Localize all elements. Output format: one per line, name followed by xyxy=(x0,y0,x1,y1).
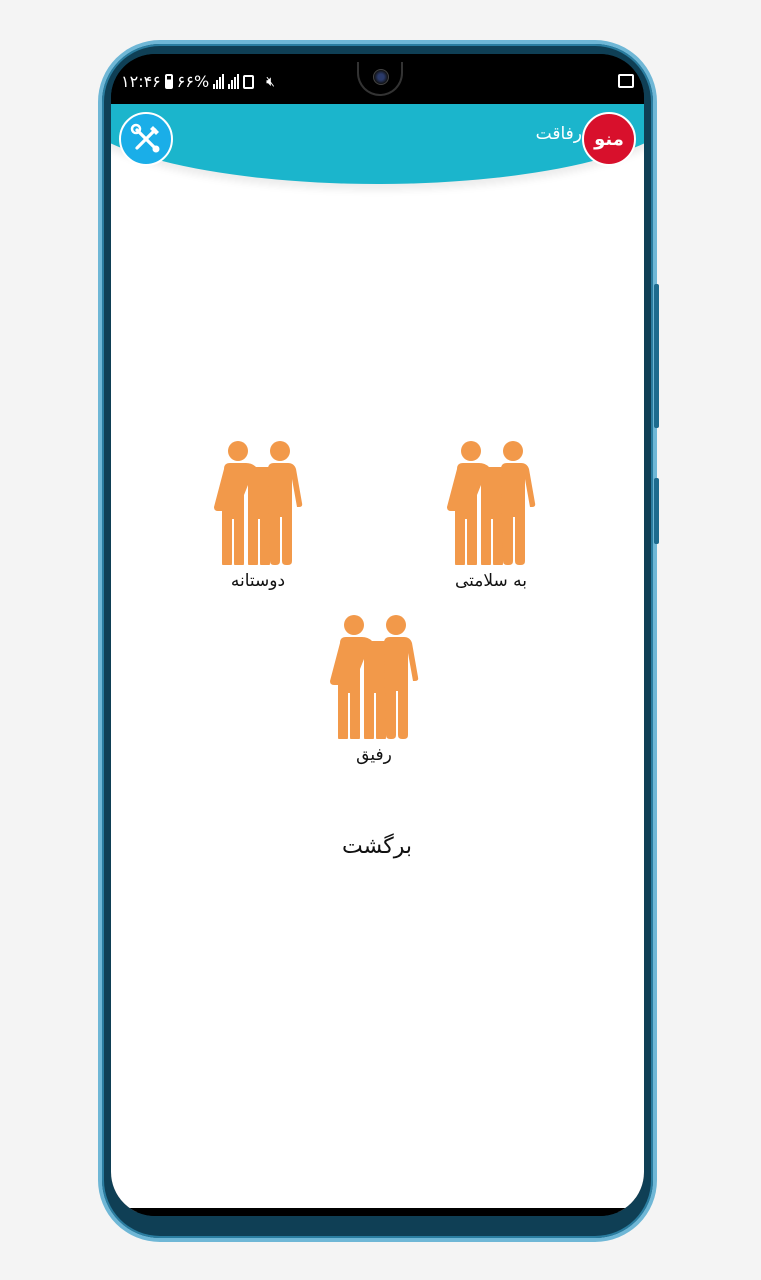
choice-label: رفیق xyxy=(356,745,392,765)
status-bar: ۱۲:۴۶ ۶۶% 🔇︎ xyxy=(111,54,644,104)
camera-lens-icon xyxy=(373,69,389,85)
settings-tools-button[interactable] xyxy=(119,112,173,166)
phone-screen: ۱۲:۴۶ ۶۶% 🔇︎ رفاقت منو دوستانه به سلامتی… xyxy=(111,54,644,1216)
power-button xyxy=(654,478,659,544)
battery-icon xyxy=(164,74,173,89)
choice-label: دوستانه xyxy=(230,571,286,591)
bottom-bar xyxy=(111,1208,644,1216)
phone-frame: ۱۲:۴۶ ۶۶% 🔇︎ رفاقت منو دوستانه به سلامتی… xyxy=(102,44,659,1238)
mute-icon: 🔇︎ xyxy=(266,73,275,90)
menu-button[interactable]: منو xyxy=(582,112,636,166)
page-title: رفاقت xyxy=(535,124,582,144)
tools-icon xyxy=(130,123,160,153)
status-left-group: ۱۲:۴۶ ۶۶% 🔇︎ xyxy=(121,72,275,91)
signal-2-icon xyxy=(228,74,240,89)
status-time: ۱۲:۴۶ xyxy=(121,72,161,91)
app-content: رفاقت منو دوستانه به سلامتی رفیق برگشت xyxy=(111,104,644,1212)
battery-percent: ۶۶% xyxy=(176,72,210,91)
two-friends-icon xyxy=(214,441,303,565)
choice-rafigh[interactable]: رفیق xyxy=(304,613,444,765)
two-friends-icon xyxy=(447,441,536,565)
two-friends-icon xyxy=(330,615,419,739)
gallery-icon xyxy=(618,74,634,88)
signal-icon xyxy=(213,74,225,89)
choice-doostane[interactable]: دوستانه xyxy=(188,439,328,591)
sim-card-icon xyxy=(243,74,255,89)
front-camera xyxy=(357,62,403,96)
choice-be-salamati[interactable]: به سلامتی xyxy=(421,439,561,591)
header-wave xyxy=(111,104,644,184)
choice-label: به سلامتی xyxy=(454,571,528,591)
back-button[interactable]: برگشت xyxy=(297,834,457,859)
volume-button xyxy=(654,284,659,428)
